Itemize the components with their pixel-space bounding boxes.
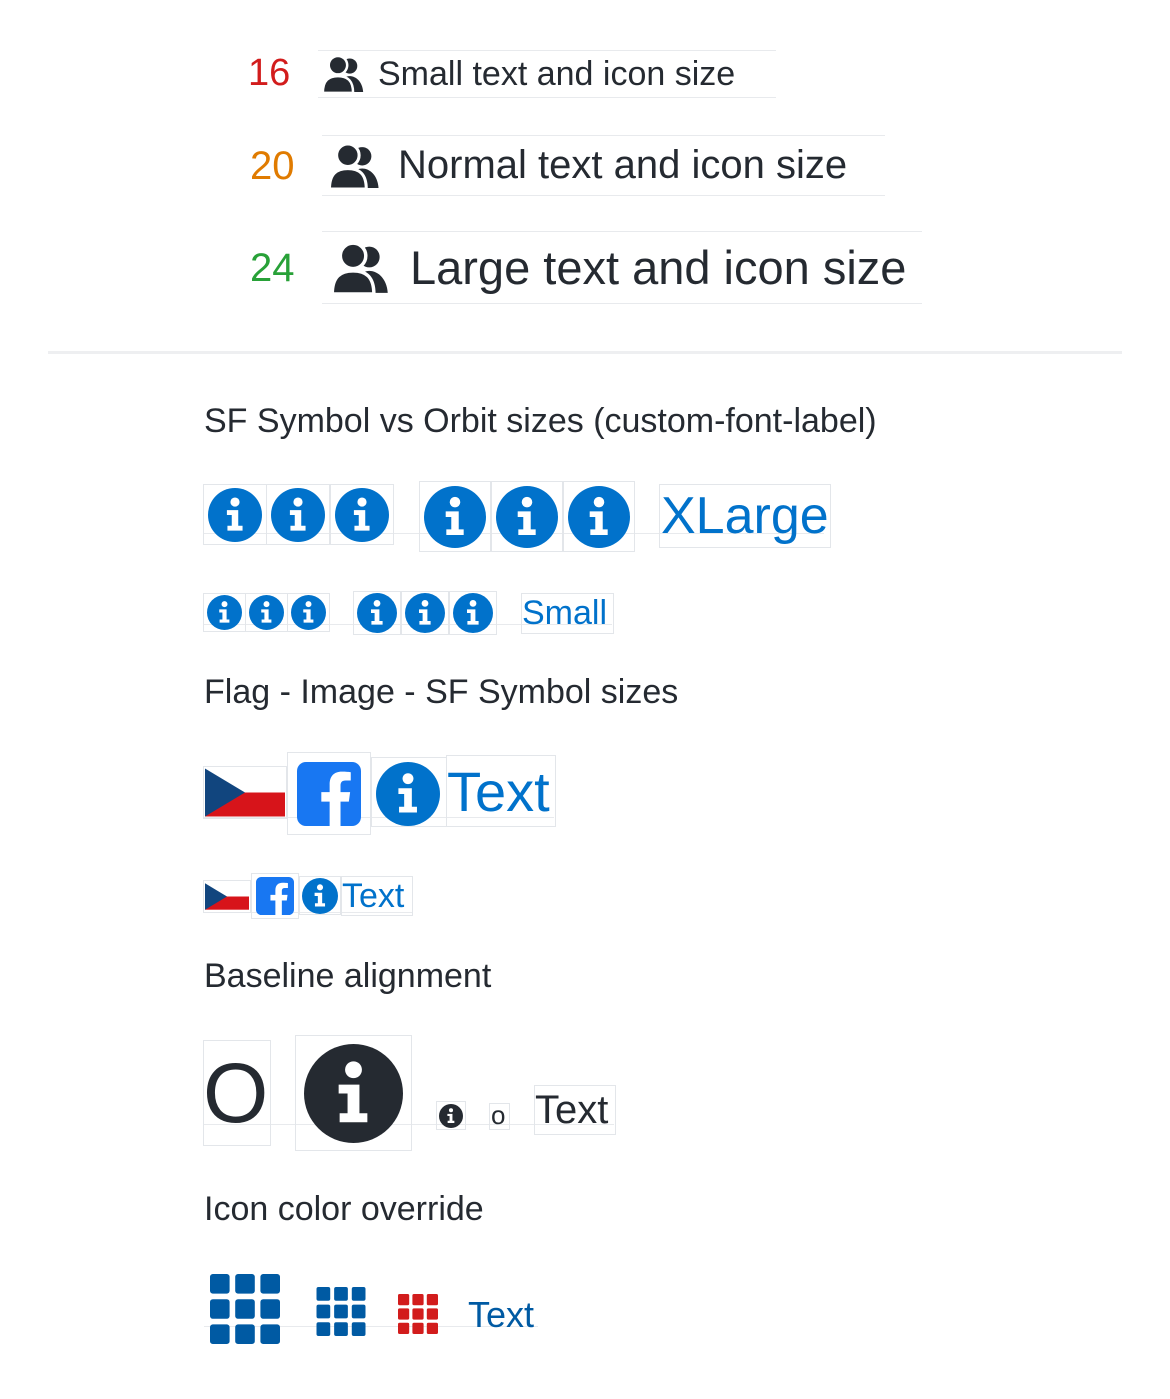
grid-icon — [209, 1274, 281, 1344]
information-circle-icon — [291, 595, 326, 630]
text-small-label: Text — [342, 877, 405, 915]
information-circle-icon — [207, 595, 242, 630]
size-row-large: Large text and icon size — [322, 231, 922, 304]
information-circle-icon — [335, 488, 389, 542]
people-icon — [322, 55, 364, 93]
information-circle-icon — [271, 488, 325, 542]
size-row-normal: Normal text and icon size — [322, 135, 885, 196]
people-icon — [328, 143, 380, 189]
baseline-text-label: Text — [535, 1088, 609, 1132]
baseline-o-small: o — [491, 1100, 506, 1130]
size-number-16: 16 — [248, 52, 291, 94]
people-icon — [330, 242, 390, 294]
information-circle-icon — [208, 488, 262, 542]
information-circle-icon — [439, 1104, 463, 1128]
information-circle-icon — [453, 593, 493, 633]
information-circle-icon — [304, 1044, 403, 1143]
section-title-sf-vs-orbit: SF Symbol vs Orbit sizes (custom-font-la… — [204, 402, 877, 440]
grid-icon — [398, 1294, 438, 1334]
xlarge-label: XLarge — [661, 487, 829, 545]
information-circle-icon — [496, 486, 558, 548]
section-divider — [48, 351, 1122, 354]
size-row-large-label: Large text and icon size — [410, 241, 907, 294]
section-title-baseline: Baseline alignment — [204, 957, 492, 995]
information-circle-icon — [405, 593, 445, 633]
information-circle-icon — [302, 878, 338, 914]
grid-icon — [316, 1287, 366, 1336]
size-row-small: Small text and icon size — [318, 50, 776, 98]
section-title-flag-image: Flag - Image - SF Symbol sizes — [204, 673, 679, 711]
section-title-icon-color: Icon color override — [204, 1190, 484, 1228]
size-number-24: 24 — [250, 246, 295, 290]
czech-flag — [205, 768, 285, 817]
czech-flag — [205, 882, 249, 911]
information-circle-icon — [357, 593, 397, 633]
small-label: Small — [522, 594, 608, 632]
text-large-label: Text — [447, 760, 550, 823]
size-row-normal-label: Normal text and icon size — [398, 143, 848, 187]
information-circle-icon — [568, 486, 630, 548]
information-circle-icon — [249, 595, 284, 630]
information-circle-icon — [376, 762, 440, 826]
baseline-o-large: O — [203, 1046, 269, 1140]
color-override-text: Text — [468, 1294, 535, 1335]
size-row-small-label: Small text and icon size — [378, 54, 736, 93]
information-circle-icon — [424, 486, 486, 548]
facebook-logo — [256, 877, 294, 915]
facebook-logo — [297, 762, 361, 826]
size-number-20: 20 — [250, 144, 295, 188]
